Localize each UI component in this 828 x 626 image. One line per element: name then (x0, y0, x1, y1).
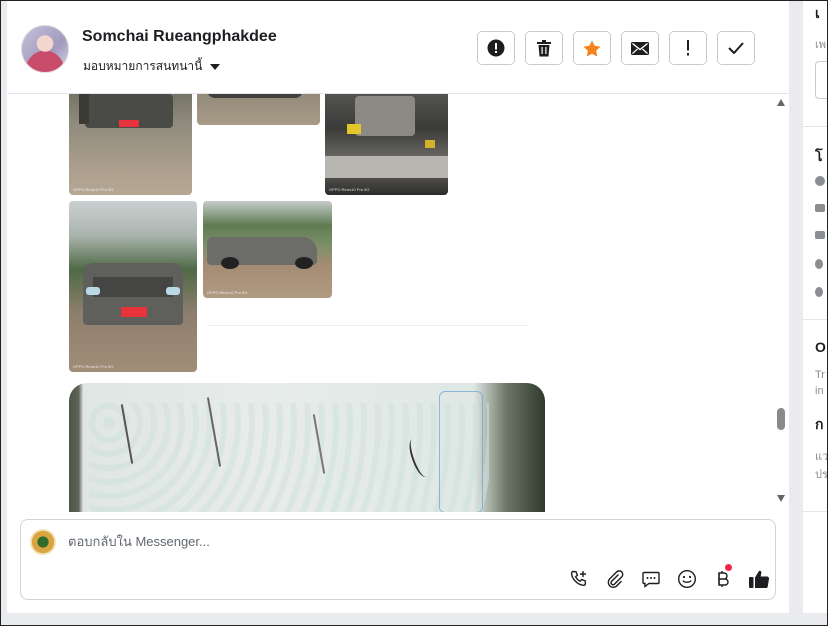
star-button[interactable] (573, 31, 611, 65)
scroll-up-arrow[interactable] (777, 99, 785, 106)
message-photo[interactable]: OPPO Reno10 Pro 5G (203, 201, 332, 298)
sidebar-heading: O (815, 339, 826, 355)
briefcase-icon (815, 204, 825, 212)
window-bottom-strip (1, 613, 827, 625)
envelope-icon (631, 41, 649, 55)
app-window: Somchai Rueangphakdee มอบหมายการสนทนานี้ (0, 0, 828, 626)
thumbs-up-icon[interactable] (748, 568, 770, 590)
contact-avatar[interactable] (21, 25, 69, 73)
mark-unread-button[interactable] (621, 31, 659, 65)
message-thread[interactable]: OPPO Reno10 Pro 5G OPPO Reno10 Pro 5G OP… (7, 94, 789, 512)
mark-important-button[interactable] (669, 31, 707, 65)
message-divider (207, 325, 529, 326)
photo-caption: OPPO Reno10 Pro 5G (329, 187, 370, 192)
photo-caption: OPPO Reno10 Pro 5G (73, 187, 114, 192)
phone-add-icon[interactable] (568, 568, 590, 590)
graduation-cap-icon (815, 231, 825, 239)
customer-info-sidebar: เ เพ โ O Tr in ก แว ปร (803, 1, 828, 613)
document-photo[interactable] (69, 383, 545, 512)
report-spam-button[interactable] (477, 31, 515, 65)
message-photo[interactable] (197, 94, 320, 125)
sidebar-heading: เ (815, 5, 820, 21)
paperclip-icon[interactable] (604, 568, 626, 590)
photo-caption: OPPO Reno10 Pro 5G (73, 364, 114, 369)
sidebar-text: แว (815, 451, 828, 463)
sidebar-divider (803, 511, 827, 512)
assign-label: มอบหมายการสนทนานี้ (83, 59, 203, 73)
location-pin-icon (815, 259, 823, 269)
reply-input[interactable] (68, 534, 718, 549)
star-icon (583, 40, 601, 56)
sidebar-button[interactable] (815, 61, 827, 99)
scrollbar-thumb[interactable] (777, 408, 785, 430)
baht-icon[interactable] (712, 568, 734, 590)
emoji-icon[interactable] (676, 568, 698, 590)
sidebar-text: in (815, 385, 824, 397)
sidebar-text: ปร (815, 469, 828, 481)
assign-conversation-dropdown[interactable]: มอบหมายการสนทนานี้ (83, 57, 221, 76)
trash-icon (537, 39, 551, 56)
check-icon (728, 42, 744, 54)
sidebar-text: เพ (815, 39, 827, 51)
caret-down-icon (210, 63, 221, 70)
exclamation-circle-icon (487, 39, 505, 57)
sidebar-heading: โ (815, 148, 823, 164)
contact-name[interactable]: Somchai Rueangphakdee (82, 28, 277, 46)
photo-caption: OPPO Reno10 Pro 5G (207, 290, 248, 295)
sidebar-text: Tr (815, 369, 825, 381)
message-photo[interactable]: OPPO Reno10 Pro 5G (69, 201, 197, 372)
page-avatar (30, 529, 56, 555)
scroll-down-arrow[interactable] (777, 495, 785, 502)
delete-button[interactable] (525, 31, 563, 65)
conversation-panel: Somchai Rueangphakdee มอบหมายการสนทนานี้ (7, 1, 789, 613)
reply-composer (20, 519, 776, 600)
location-pin-icon (815, 287, 823, 297)
message-photo[interactable]: OPPO Reno10 Pro 5G (69, 94, 192, 195)
clock-icon (815, 176, 825, 186)
conversation-header: Somchai Rueangphakdee มอบหมายการสนทนานี้ (7, 1, 789, 94)
exclamation-icon (687, 40, 689, 56)
notification-dot (725, 564, 732, 571)
sidebar-divider (803, 319, 827, 320)
message-photo[interactable]: OPPO Reno10 Pro 5G (325, 94, 448, 195)
mark-done-button[interactable] (717, 31, 755, 65)
sidebar-heading: ก (815, 416, 824, 432)
sidebar-divider (803, 126, 827, 127)
chat-bubble-icon[interactable] (640, 568, 662, 590)
